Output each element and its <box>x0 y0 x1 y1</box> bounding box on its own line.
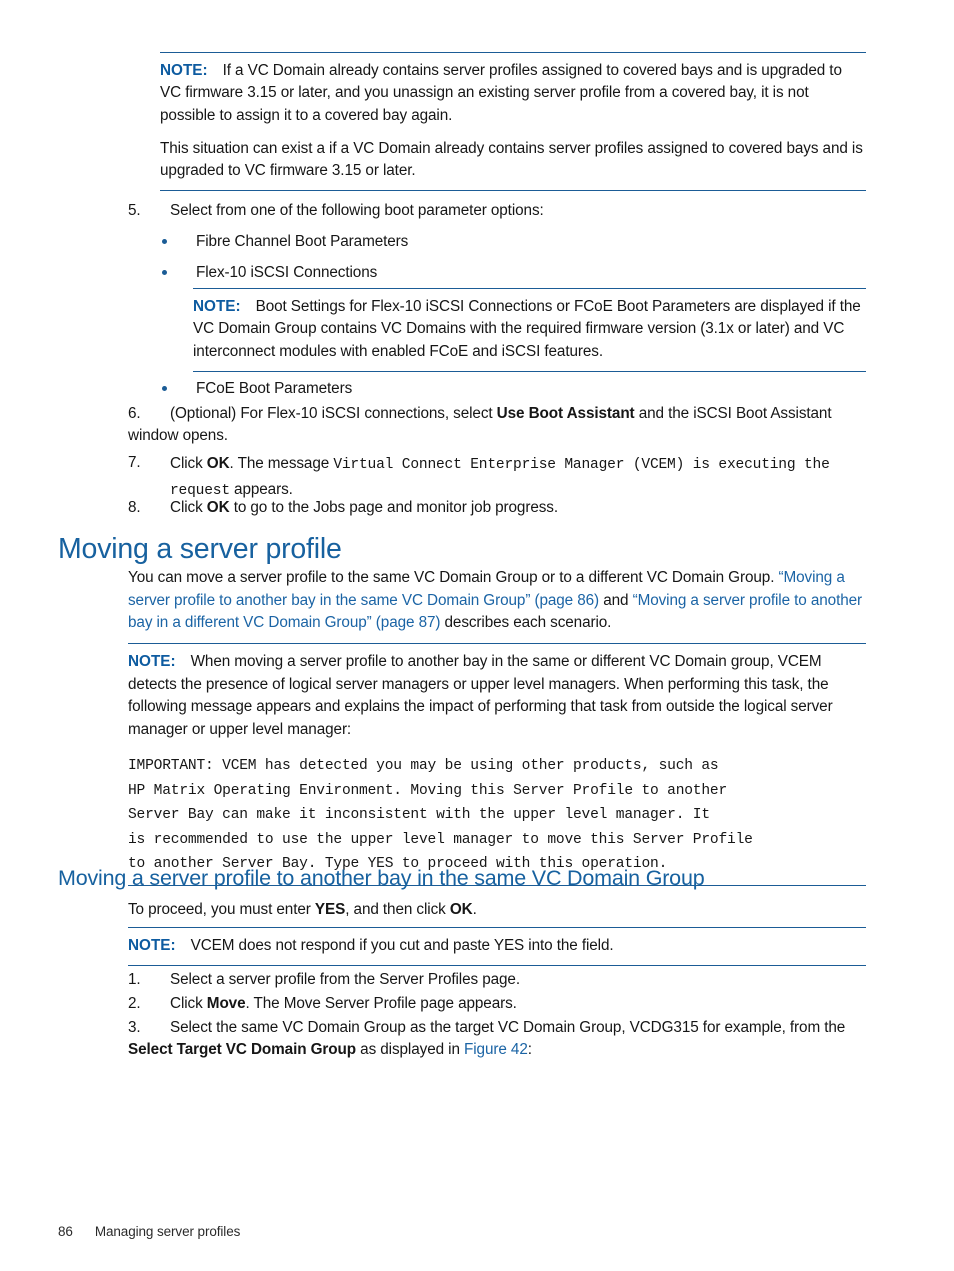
note-covered-bays-para2: This situation can exist a if a VC Domai… <box>160 139 863 180</box>
step-5-number: 5. <box>128 202 141 219</box>
bullet-fibre-channel-label: Fibre Channel Boot Parameters <box>196 233 409 250</box>
move-step-1-text: Select a server profile from the Server … <box>170 971 520 988</box>
move-step-2-text: Click Move. The Move Server Profile page… <box>170 995 517 1012</box>
to-proceed-part1: To proceed, you must enter <box>128 901 315 918</box>
bullet-flex10-iscsi-label: Flex-10 iSCSI Connections <box>196 264 378 281</box>
bullet-fibre-channel-boot-parameters: Fibre Channel Boot Parameters <box>162 231 862 253</box>
step-6: 6. (Optional) For Flex-10 iSCSI connecti… <box>128 403 870 448</box>
step-7-part2: . The message <box>229 455 334 472</box>
subsection-intro-to-proceed: To proceed, you must enter YES, and then… <box>128 899 868 921</box>
move-step-3-bold-select-target: Select Target VC Domain Group <box>128 1041 357 1059</box>
note-moving-profile-text: When moving a server profile to another … <box>128 653 833 738</box>
important-message-line-2: HP Matrix Operating Environment. Moving … <box>128 782 728 799</box>
step-7-bold-ok: OK <box>206 455 230 472</box>
note-label: NOTE: <box>128 653 176 670</box>
to-proceed-part2: , and then click <box>345 901 450 918</box>
move-step-3-part2: as displayed in <box>356 1041 465 1059</box>
link-figure-42[interactable]: Figure 42 <box>464 1041 528 1058</box>
step-8-bold-ok: OK <box>206 499 230 516</box>
note-label: NOTE: <box>193 298 241 315</box>
section-moving-and: and <box>599 591 633 609</box>
important-message-line-3: Server Bay can make it inconsistent with… <box>128 807 710 823</box>
document-page: NOTE: If a VC Domain already contains ser… <box>0 0 954 1271</box>
step-5: 5. Select from one of the following boot… <box>128 200 868 222</box>
important-message-line-1: IMPORTANT: VCEM has detected you may be … <box>128 758 719 774</box>
note-covered-bays-text1: If a VC Domain already contains server p… <box>160 62 842 124</box>
note-label: NOTE: <box>160 62 208 79</box>
move-step-2-part2: . The Move Server Profile page appears. <box>245 995 517 1012</box>
bullet-flex10-iscsi-connections: Flex-10 iSCSI Connections <box>162 262 862 284</box>
move-step-2: 2. Click Move. The Move Server Profile p… <box>128 993 870 1015</box>
note-moving-profile-body: NOTE: When moving a server profile to ano… <box>128 651 866 741</box>
move-step-2-number: 2. <box>128 995 141 1012</box>
bullet-icon <box>162 270 167 275</box>
note-cut-paste-body: NOTE: VCEM does not respond if you cut an… <box>128 935 866 957</box>
move-step-3-part1: Select the same VC Domain Group as the t… <box>170 1019 846 1036</box>
heading-moving-a-server-profile: Moving a server profile <box>58 533 342 565</box>
note-cut-paste-text: VCEM does not respond if you cut and pas… <box>190 937 614 954</box>
section-moving-intro: You can move a server profile to the sam… <box>128 567 870 635</box>
step-7-part1: Click <box>170 455 207 472</box>
footer-section-title: Managing server profiles <box>94 1224 241 1239</box>
page-footer: 86 Managing server profiles <box>58 1224 240 1239</box>
step-7-part3: appears. <box>229 480 293 498</box>
note-covered-bays: NOTE: If a VC Domain already contains ser… <box>160 52 866 192</box>
move-step-1: 1. Select a server profile from the Serv… <box>128 969 870 991</box>
step-7-text: Click OK. The message Virtual Connect En… <box>170 452 870 503</box>
bullet-icon <box>162 386 167 391</box>
step-6-part1: (Optional) For Flex-10 iSCSI connections… <box>170 405 497 422</box>
step-6-bold-use-boot-assistant: Use Boot Assistant <box>496 405 635 422</box>
note-label: NOTE: <box>128 937 176 954</box>
move-step-3-part3: : <box>527 1041 532 1059</box>
section-moving-tail: describes each scenario. <box>440 614 612 631</box>
step-8-part2: to go to the Jobs page and monitor job p… <box>229 499 558 516</box>
move-step-3-number: 3. <box>128 1019 141 1036</box>
bullet-icon <box>162 239 167 244</box>
heading-moving-same-vc-domain-group: Moving a server profile to another bay i… <box>58 866 705 890</box>
note-boot-settings-text: Boot Settings for Flex-10 iSCSI Connecti… <box>193 298 861 360</box>
note-covered-bays-para1: NOTE: If a VC Domain already contains ser… <box>160 60 866 127</box>
step-8-part1: Click <box>170 499 207 516</box>
step-6-number: 6. <box>128 405 141 422</box>
move-step-1-number: 1. <box>128 971 141 988</box>
important-message-line-4: is recommended to use the upper level ma… <box>128 831 753 848</box>
bullet-fcoe-label: FCoE Boot Parameters <box>196 380 353 397</box>
note-boot-settings: NOTE: Boot Settings for Flex-10 iSCSI Con… <box>193 288 866 372</box>
section-moving-intro-line1: You can move a server profile to the sam… <box>128 569 775 586</box>
step-8-text: Click OK to go to the Jobs page and moni… <box>170 499 558 516</box>
note-boot-settings-body: NOTE: Boot Settings for Flex-10 iSCSI Con… <box>193 296 866 363</box>
move-step-2-bold-move: Move <box>206 995 246 1012</box>
to-proceed-part3: . <box>472 901 477 918</box>
footer-page-number: 86 <box>58 1224 73 1239</box>
step-7-number: 7. <box>128 454 141 471</box>
step-8: 8. Click OK to go to the Jobs page and m… <box>128 497 870 519</box>
to-proceed-bold-ok: OK <box>449 901 473 918</box>
step-8-number: 8. <box>128 499 141 516</box>
bullet-fcoe-boot-parameters: FCoE Boot Parameters <box>162 378 862 400</box>
move-step-2-part1: Click <box>170 995 207 1012</box>
note-moving-profile: NOTE: When moving a server profile to ano… <box>128 643 866 886</box>
to-proceed-bold-yes: YES <box>314 901 346 918</box>
step-5-text: Select from one of the following boot pa… <box>170 202 544 219</box>
step-6-text: (Optional) For Flex-10 iSCSI connections… <box>128 405 832 444</box>
move-step-3-text: Select the same VC Domain Group as the t… <box>128 1019 845 1058</box>
move-step-3: 3. Select the same VC Domain Group as th… <box>128 1017 872 1062</box>
step-7: 7. Click OK. The message Virtual Connect… <box>128 452 870 503</box>
note-cut-paste: NOTE: VCEM does not respond if you cut an… <box>128 927 866 967</box>
